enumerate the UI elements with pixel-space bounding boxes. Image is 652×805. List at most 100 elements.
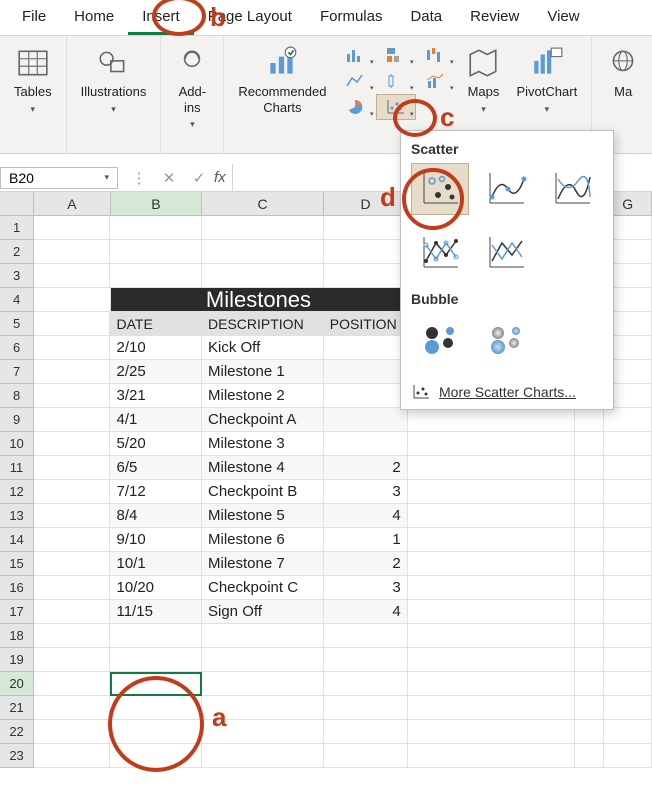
- cell[interactable]: [34, 648, 110, 672]
- cell[interactable]: [202, 696, 324, 720]
- cell[interactable]: [324, 408, 408, 432]
- cell[interactable]: [604, 552, 652, 576]
- cell[interactable]: [202, 672, 324, 696]
- cell[interactable]: 11/15: [110, 600, 202, 624]
- cell[interactable]: [575, 672, 604, 696]
- cell[interactable]: [202, 720, 324, 744]
- col-header-position[interactable]: POSITION: [324, 312, 408, 336]
- cell[interactable]: Milestone 5: [202, 504, 324, 528]
- cell[interactable]: 4: [324, 600, 408, 624]
- cell[interactable]: 8/4: [110, 504, 202, 528]
- cell[interactable]: [575, 480, 604, 504]
- cell[interactable]: [110, 744, 202, 768]
- cell[interactable]: [408, 408, 575, 432]
- tables-button[interactable]: Tables ▾: [8, 42, 58, 119]
- col-header-description[interactable]: DESCRIPTION: [202, 312, 324, 336]
- hierarchy-chart-button[interactable]: ▾: [376, 42, 416, 68]
- cell[interactable]: 6/5: [110, 456, 202, 480]
- cell[interactable]: Checkpoint B: [202, 480, 324, 504]
- fx-label[interactable]: fx: [214, 169, 226, 186]
- cell[interactable]: [202, 216, 324, 240]
- name-box[interactable]: B20 ▾: [0, 167, 118, 189]
- cell[interactable]: [202, 648, 324, 672]
- cell[interactable]: [34, 240, 110, 264]
- cell[interactable]: [604, 696, 652, 720]
- cell[interactable]: [34, 384, 110, 408]
- cell[interactable]: [34, 360, 110, 384]
- bubble-3d-option[interactable]: [477, 313, 535, 365]
- cell[interactable]: [604, 432, 652, 456]
- row-header[interactable]: 17: [0, 600, 34, 624]
- row-header[interactable]: 21: [0, 696, 34, 720]
- cell[interactable]: [110, 264, 202, 288]
- cell[interactable]: [34, 456, 110, 480]
- row-header[interactable]: 12: [0, 480, 34, 504]
- cell[interactable]: [34, 288, 111, 312]
- bubble-2d-option[interactable]: [411, 313, 469, 365]
- cell[interactable]: [408, 456, 575, 480]
- cell[interactable]: [34, 696, 110, 720]
- tab-page-layout[interactable]: Page Layout: [194, 0, 306, 35]
- cell[interactable]: 2/25: [110, 360, 202, 384]
- cell[interactable]: [604, 720, 652, 744]
- row-header[interactable]: 5: [0, 312, 34, 336]
- cell[interactable]: [408, 528, 575, 552]
- row-header[interactable]: 18: [0, 624, 34, 648]
- row-header[interactable]: 14: [0, 528, 34, 552]
- cell[interactable]: [408, 480, 575, 504]
- cell[interactable]: [408, 744, 575, 768]
- cell[interactable]: [110, 696, 202, 720]
- cell[interactable]: [575, 456, 604, 480]
- row-header[interactable]: 20: [0, 672, 34, 696]
- cell[interactable]: [324, 384, 408, 408]
- statistic-chart-button[interactable]: ▾: [376, 68, 416, 94]
- cell[interactable]: [324, 264, 408, 288]
- cell[interactable]: [604, 744, 652, 768]
- cell[interactable]: [575, 744, 604, 768]
- cell[interactable]: Kick Off: [202, 336, 324, 360]
- combo-chart-button[interactable]: ▾: [416, 68, 456, 94]
- cell[interactable]: Milestone 3: [202, 432, 324, 456]
- cell[interactable]: [575, 408, 604, 432]
- tab-view[interactable]: View: [533, 0, 593, 35]
- cell[interactable]: 2: [324, 552, 408, 576]
- cell[interactable]: [110, 624, 202, 648]
- cell[interactable]: [34, 600, 110, 624]
- cell[interactable]: [408, 648, 575, 672]
- cell[interactable]: [202, 264, 324, 288]
- cell[interactable]: [575, 552, 604, 576]
- cell[interactable]: [34, 720, 110, 744]
- select-all-corner[interactable]: [0, 192, 34, 215]
- cell[interactable]: [324, 672, 408, 696]
- tab-formulas[interactable]: Formulas: [306, 0, 397, 35]
- cell[interactable]: [34, 504, 110, 528]
- row-header[interactable]: 1: [0, 216, 34, 240]
- selected-cell[interactable]: [110, 672, 202, 696]
- scatter-lines-markers-option[interactable]: [411, 227, 469, 279]
- ma-button[interactable]: Ma: [600, 42, 646, 104]
- cell[interactable]: [324, 648, 408, 672]
- cell[interactable]: [575, 528, 604, 552]
- cell[interactable]: [34, 336, 110, 360]
- cell[interactable]: Milestone 2: [202, 384, 324, 408]
- cell[interactable]: 4: [324, 504, 408, 528]
- row-header[interactable]: 8: [0, 384, 34, 408]
- cell[interactable]: 7/12: [110, 480, 202, 504]
- cell[interactable]: [408, 672, 575, 696]
- cell[interactable]: Milestone 1: [202, 360, 324, 384]
- cell[interactable]: 2/10: [110, 336, 202, 360]
- row-header[interactable]: 6: [0, 336, 34, 360]
- cell[interactable]: [575, 576, 604, 600]
- cell[interactable]: [324, 696, 408, 720]
- cell[interactable]: [34, 552, 110, 576]
- scatter-smooth-option[interactable]: [543, 163, 601, 215]
- cell[interactable]: [110, 240, 202, 264]
- cell[interactable]: [604, 648, 652, 672]
- col-header-b[interactable]: B: [111, 192, 203, 215]
- row-header[interactable]: 7: [0, 360, 34, 384]
- cell[interactable]: [408, 432, 575, 456]
- cell[interactable]: [34, 312, 110, 336]
- cell[interactable]: [408, 720, 575, 744]
- cell[interactable]: [34, 624, 110, 648]
- cell[interactable]: Milestone 7: [202, 552, 324, 576]
